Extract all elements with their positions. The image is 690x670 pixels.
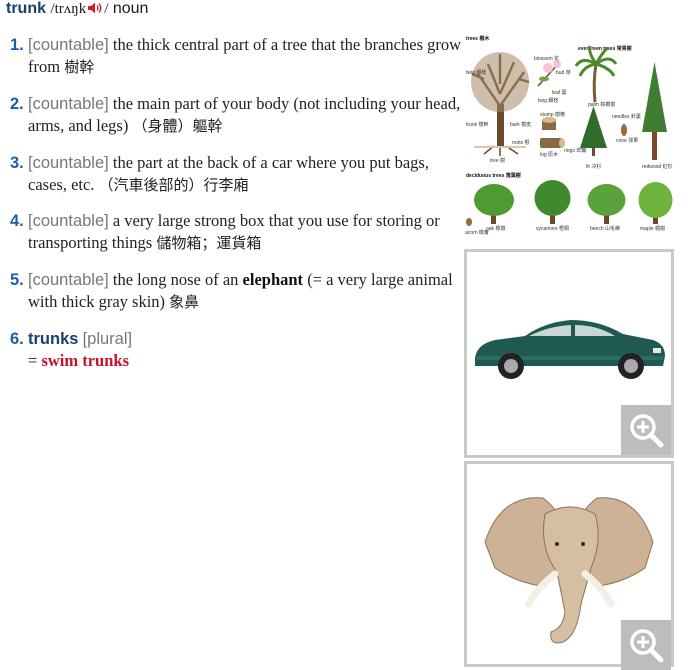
- elephant-picture: [464, 461, 674, 670]
- speaker-icon[interactable]: [87, 1, 103, 15]
- equals-sign: =: [28, 351, 38, 370]
- definition: the long nose of an: [112, 270, 239, 289]
- beech-tree-illustration: [587, 184, 626, 224]
- trunk-label: trunk 樹幹: [466, 121, 489, 128]
- sense-number: 6.: [10, 330, 24, 348]
- log-illustration: [540, 138, 565, 148]
- sense-number: 4.: [10, 212, 24, 230]
- acorn-illustration: [466, 218, 472, 226]
- sense-5: 5. [countable] the long nose of an eleph…: [10, 269, 462, 313]
- oak-tree-illustration: [474, 184, 514, 224]
- part-of-speech: noun: [112, 0, 149, 17]
- zoom-in-icon: [630, 414, 664, 448]
- translation: 儲物箱；運貨箱: [156, 234, 262, 252]
- trees-illustration: trees 樹木 evergreen trees 常青樹 tree 樹 twig…: [465, 35, 673, 236]
- sense-number: 1.: [10, 36, 24, 54]
- headword: trunk: [6, 0, 46, 17]
- needles-label: needles 針葉: [612, 113, 641, 120]
- sycamore-label: sycamore 梧桐: [536, 225, 569, 232]
- translation: 樹幹: [64, 58, 95, 76]
- grammar-label: [countable]: [28, 95, 109, 113]
- leaf-label: leaf 葉: [552, 89, 566, 96]
- sense-number: 5.: [10, 271, 24, 289]
- pronunciation: /trʌŋk: [50, 1, 87, 17]
- maple-label: maple 楓樹: [640, 225, 665, 232]
- zoom-button[interactable]: [621, 620, 671, 670]
- grammar-label: [countable]: [28, 154, 109, 172]
- beech-label: beech 山毛櫸: [590, 225, 620, 232]
- cone-label: cone 球果: [616, 137, 638, 144]
- palm-label: palm 棕櫚樹: [588, 101, 615, 108]
- roots-label: roots 根: [512, 139, 530, 146]
- stump-illustration: [542, 117, 556, 130]
- grammar-label: [countable]: [28, 212, 109, 230]
- tree-label: tree 樹: [490, 157, 505, 164]
- translation: （汽車後部的）行李廂: [98, 176, 249, 194]
- bud-label: bud 芽: [556, 69, 571, 76]
- oak-label: oak 橡樹: [486, 225, 505, 232]
- grammar-label: [countable]: [28, 271, 109, 289]
- trees-heading: trees 樹木: [466, 35, 490, 42]
- twig-label: twig 細枝: [466, 69, 486, 76]
- blossom-label: blossom 花: [534, 55, 559, 62]
- sycamore-tree-illustration: [534, 180, 571, 224]
- palm-tree-illustration: [574, 45, 618, 103]
- log-label: log 原木: [540, 151, 558, 158]
- twig-label-2: twig 細枝: [538, 97, 558, 104]
- translation: 象鼻: [169, 293, 200, 311]
- sense-number: 2.: [10, 95, 24, 113]
- sense-number: 3.: [10, 154, 24, 172]
- sense-1: 1. [countable] the thick central part of…: [10, 34, 462, 78]
- zoom-in-icon: [630, 629, 664, 663]
- translation: （身體）軀幹: [132, 117, 223, 135]
- stump-label: stump 樹樁: [540, 111, 565, 118]
- keyword-link[interactable]: elephant: [243, 270, 304, 289]
- deciduous-heading: deciduous trees 落葉樹: [466, 172, 521, 179]
- sense-6: 6. trunks [plural] = swim trunks: [10, 328, 462, 372]
- entry-header: trunk /trʌŋk / noun: [6, 0, 149, 17]
- sense-2: 2. [countable] the main part of your bod…: [10, 93, 462, 137]
- maple-tree-illustration: [638, 182, 673, 224]
- sense-3: 3. [countable] the part at the back of a…: [10, 152, 462, 196]
- sense-4: 4. [countable] a very large strong box t…: [10, 210, 462, 254]
- cone-illustration: [621, 124, 627, 136]
- car-picture: [464, 249, 674, 458]
- zoom-button[interactable]: [621, 405, 671, 455]
- redwood-tree-illustration: [642, 62, 667, 160]
- rings-label: rings 年輪: [564, 147, 586, 154]
- grammar-label: [countable]: [28, 36, 109, 54]
- cross-reference-link[interactable]: swim trunks: [41, 351, 129, 370]
- redwood-label: redwood 紅杉: [642, 163, 673, 170]
- fir-label: fir 冷杉: [586, 163, 602, 170]
- phrase: trunks: [28, 330, 79, 348]
- acorn-label: acorn 橡實: [465, 229, 489, 236]
- bark-label: bark 樹皮: [510, 121, 531, 128]
- grammar-label: [plural]: [82, 330, 133, 348]
